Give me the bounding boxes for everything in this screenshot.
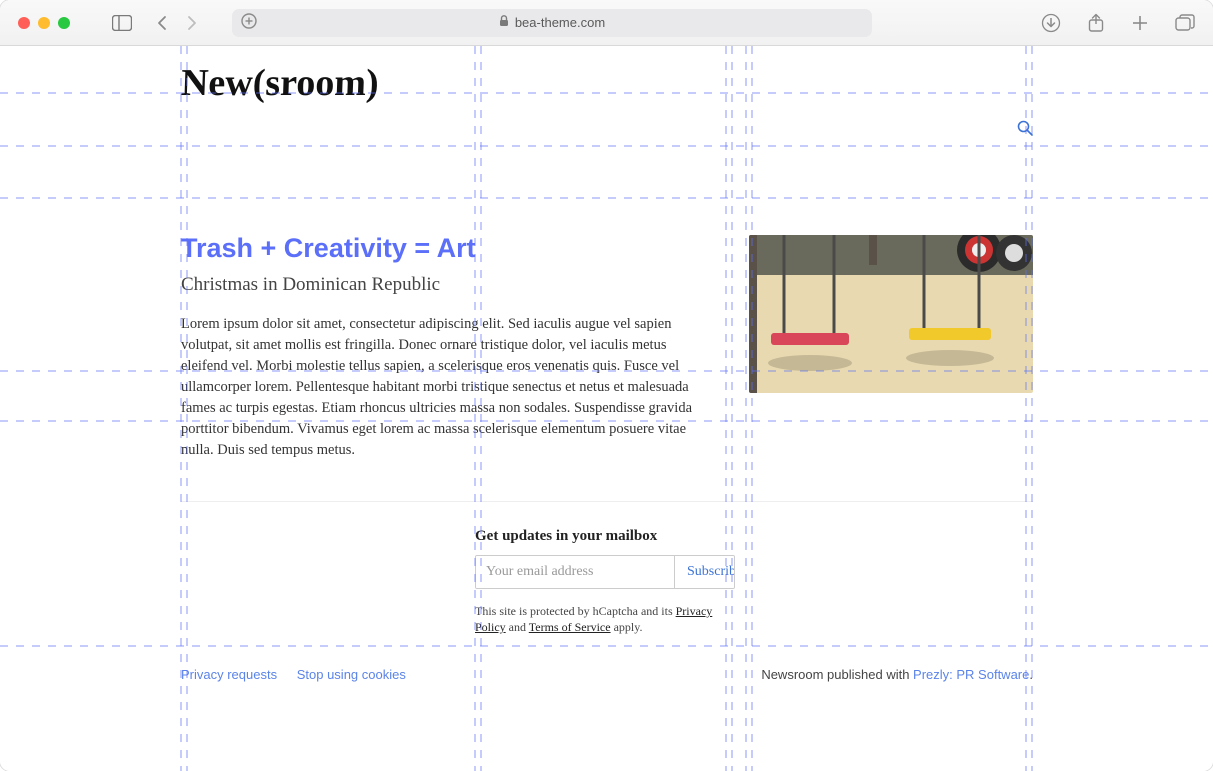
site-logo[interactable]: New(sroom) (180, 64, 379, 102)
tabs-overview-icon[interactable] (1175, 14, 1195, 32)
subscribe-button[interactable]: Subscribe (674, 556, 735, 588)
page-viewport: New(sroom) Trash + Creativity = Art Chri… (0, 46, 1213, 771)
close-window-button[interactable] (18, 17, 30, 29)
hcaptcha-tos-link[interactable]: Terms of Service (529, 620, 611, 634)
search-icon[interactable] (1017, 120, 1033, 141)
published-with: Newsroom published with Prezly: PR Softw… (761, 667, 1033, 682)
new-tab-icon[interactable] (1131, 14, 1149, 32)
sidebar-toggle-icon[interactable] (112, 15, 132, 31)
article-subtitle: Christmas in Dominican Republic (181, 274, 711, 296)
privacy-requests-link[interactable]: Privacy requests (181, 667, 277, 682)
article-image[interactable] (749, 235, 1033, 393)
window-controls (18, 17, 70, 29)
subscribe-heading: Get updates in your mailbox (475, 528, 735, 545)
site-settings-icon[interactable] (240, 12, 258, 33)
minimize-window-button[interactable] (38, 17, 50, 29)
downloads-icon[interactable] (1041, 13, 1061, 33)
browser-toolbar: bea-theme.com (0, 0, 1213, 46)
lock-icon (499, 15, 509, 30)
forward-button-icon[interactable] (186, 15, 198, 31)
url-text: bea-theme.com (515, 15, 605, 30)
stop-cookies-link[interactable]: Stop using cookies (297, 667, 406, 682)
back-button-icon[interactable] (156, 15, 168, 31)
email-input[interactable] (476, 556, 674, 588)
captcha-notice: This site is protected by hCaptcha and i… (475, 603, 735, 635)
prezly-link[interactable]: Prezly: PR Software (913, 667, 1029, 682)
maximize-window-button[interactable] (58, 17, 70, 29)
address-bar[interactable]: bea-theme.com (232, 9, 872, 37)
article-body: Lorem ipsum dolor sit amet, consectetur … (181, 314, 711, 461)
section-divider (181, 501, 1033, 502)
article-title[interactable]: Trash + Creativity = Art (181, 233, 711, 264)
share-icon[interactable] (1087, 13, 1105, 33)
